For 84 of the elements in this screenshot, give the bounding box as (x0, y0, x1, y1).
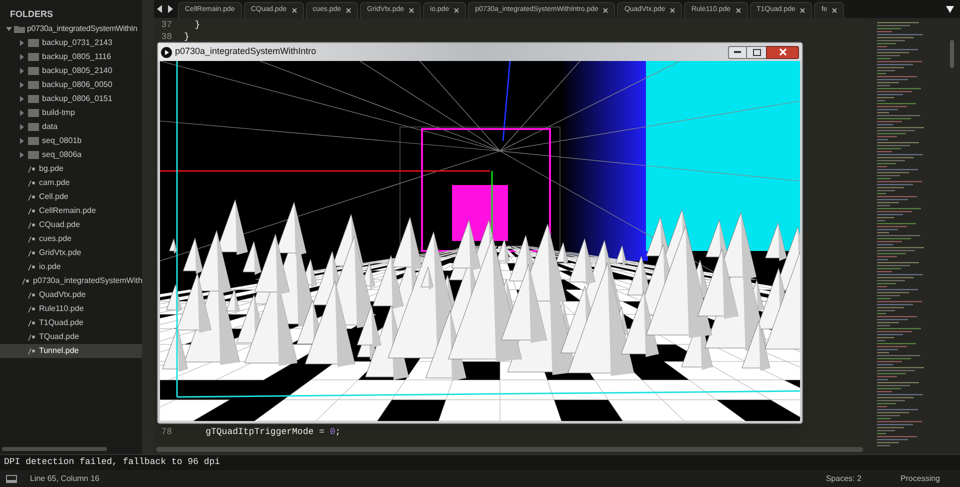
file-icon (28, 264, 36, 270)
file-icon (28, 320, 36, 326)
file-item[interactable]: cues.pde (0, 232, 142, 246)
close-icon[interactable] (454, 8, 460, 13)
file-icon (28, 250, 36, 256)
syntax-setting[interactable]: Processing (900, 472, 940, 484)
code-line: } (184, 31, 190, 44)
folder-item[interactable]: backup_0806_0151 (0, 92, 142, 106)
console-output: DPI detection failed, fallback to 96 dpi (4, 456, 220, 469)
close-icon[interactable] (292, 8, 297, 13)
close-icon[interactable] (736, 8, 741, 13)
minimize-icon (734, 51, 741, 53)
play-icon (161, 46, 172, 58)
file-icon (28, 348, 36, 354)
scroll-tabs-right-icon[interactable] (167, 5, 173, 13)
folder-item[interactable]: backup_0805_1116 (0, 50, 142, 64)
file-item[interactable]: Cell.pde (0, 190, 142, 204)
folder-item[interactable]: p0730a_integratedSystemWithIn (27, 23, 138, 35)
horizontal-scrollbar[interactable] (156, 447, 863, 452)
close-icon[interactable] (670, 8, 676, 13)
file-item[interactable]: p0730a_integratedSystemWith (0, 274, 142, 288)
folder-icon (28, 123, 39, 131)
panel-toggle-icon[interactable] (6, 474, 17, 482)
file-item[interactable]: CellRemain.pde (0, 204, 142, 218)
horizontal-scrollbar[interactable] (2, 447, 107, 451)
cursor-position: Line 65, Column 16 (30, 472, 100, 484)
scroll-tabs-left-icon[interactable] (157, 5, 163, 13)
file-item[interactable]: QuadVtx.pde (0, 288, 142, 302)
line-number: 38 (160, 31, 173, 44)
maximize-icon (752, 48, 760, 56)
file-icon (28, 236, 36, 242)
folder-icon (28, 151, 39, 159)
close-icon[interactable] (832, 8, 838, 13)
folder-icon (28, 81, 39, 89)
close-icon[interactable] (603, 8, 608, 13)
file-icon (28, 334, 36, 340)
file-item[interactable]: io.pde (0, 260, 142, 274)
indentation-setting[interactable]: Spaces: 2 (826, 472, 862, 484)
folder-icon (28, 39, 39, 47)
folder-item[interactable]: backup_0805_2140 (0, 64, 142, 78)
file-item[interactable]: TQuad.pde (0, 330, 142, 344)
file-icon (28, 180, 36, 186)
folder-item[interactable]: data (0, 120, 142, 134)
close-icon (778, 48, 786, 56)
vertical-scrollbar[interactable] (950, 40, 954, 68)
close-icon[interactable] (409, 8, 414, 13)
code-line: } (194, 19, 200, 32)
file-item[interactable]: Rule110.pde (0, 302, 142, 316)
file-icon (28, 292, 36, 298)
folder-icon (28, 95, 39, 103)
folder-item[interactable]: backup_0731_2143 (0, 36, 142, 50)
folder-item[interactable]: seq_0801b (0, 134, 142, 148)
folder-icon (28, 109, 39, 117)
file-icon (28, 194, 36, 200)
window-title: p0730a_integratedSystemWithIntro (175, 45, 316, 58)
expanded-arrow-icon[interactable] (6, 26, 12, 32)
line-number: 37 (160, 19, 173, 32)
close-icon[interactable] (800, 8, 806, 13)
maximize-button[interactable] (747, 46, 766, 58)
file-item[interactable]: Tunnel.pde (0, 344, 142, 358)
sidebar-heading: FOLDERS (9, 8, 54, 21)
line-number: 78 (160, 426, 173, 440)
file-icon (22, 278, 30, 284)
close-icon[interactable] (346, 8, 352, 13)
folder-icon (28, 67, 39, 75)
file-icon (28, 306, 36, 312)
file-item[interactable]: bg.pde (0, 162, 142, 176)
file-item[interactable]: cam.pde (0, 176, 142, 190)
tab-list-dropdown-icon[interactable] (946, 6, 954, 12)
file-icon (28, 208, 36, 214)
folder-icon (28, 137, 39, 145)
file-icon (28, 166, 36, 172)
folder-icon (28, 53, 39, 61)
file-item[interactable]: CQuad.pde (0, 218, 142, 232)
file-item[interactable]: T1Quad.pde (0, 316, 142, 330)
folder-item[interactable]: build-tmp (0, 106, 142, 120)
file-item[interactable]: GridVtx.pde (0, 246, 142, 260)
close-button[interactable] (766, 46, 799, 58)
minimize-button[interactable] (728, 46, 747, 58)
code-line: gTQuadItpTriggerMode = 0; (204, 426, 341, 440)
folder-item[interactable]: seq_0806a (0, 148, 142, 162)
folder-icon (14, 25, 25, 33)
folder-item[interactable]: backup_0806_0050 (0, 78, 142, 92)
file-icon (28, 222, 36, 228)
